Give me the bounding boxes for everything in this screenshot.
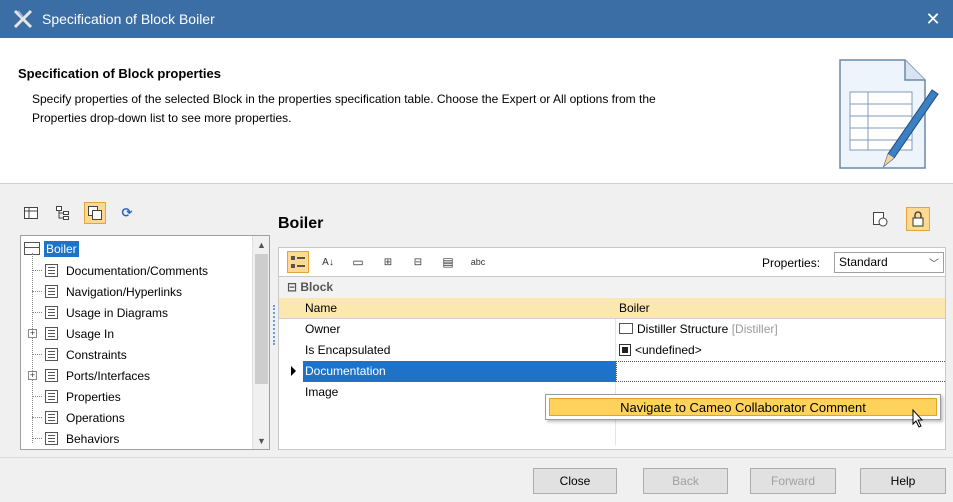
- properties-dropdown[interactable]: Standard ﹀: [834, 252, 944, 273]
- specification-illustration-icon: [830, 50, 940, 174]
- node-icon: [45, 264, 58, 277]
- panel-title: Boiler: [278, 215, 324, 232]
- window-title: Specification of Block Boiler: [42, 11, 215, 27]
- collapse-icon[interactable]: ▭: [347, 251, 369, 273]
- tree-item-usage-in[interactable]: Usage In: [45, 323, 116, 344]
- category-name: Block: [300, 280, 334, 294]
- table-row[interactable]: Owner Distiller Structure [Distiller]: [279, 319, 945, 340]
- tree-item-label: Ports/Interfaces: [66, 368, 151, 383]
- description-header: Specification of Block properties Specif…: [0, 38, 953, 184]
- owner-value: Distiller Structure: [637, 322, 729, 336]
- copy-view-icon[interactable]: [84, 202, 106, 224]
- description-icon[interactable]: ▤: [437, 251, 459, 273]
- expand-all-icon[interactable]: ⊞: [377, 251, 399, 273]
- header-title: Specification of Block properties: [18, 66, 221, 81]
- tree-item-documentation[interactable]: Documentation/Comments: [45, 260, 210, 281]
- header-description-line-2: Properties drop-down list to see more pr…: [32, 111, 292, 125]
- table-view-icon[interactable]: [20, 202, 42, 224]
- category-row[interactable]: ⊟ Block: [279, 277, 945, 298]
- property-name: Name: [305, 301, 338, 315]
- node-icon: [45, 432, 58, 445]
- package-icon: [619, 323, 633, 334]
- property-name: Is Encapsulated: [305, 343, 391, 357]
- scroll-down-icon[interactable]: ▼: [253, 432, 269, 449]
- owner-note: [Distiller]: [731, 322, 778, 336]
- property-name: Owner: [305, 322, 341, 336]
- node-icon: [45, 306, 58, 319]
- tree-item-label: Properties: [66, 389, 121, 404]
- property-value[interactable]: <undefined>: [619, 343, 702, 357]
- collapse-all-icon[interactable]: ⊟: [407, 251, 429, 273]
- table-row[interactable]: Is Encapsulated <undefined>: [279, 340, 945, 361]
- header-description-line-1: Specify properties of the selected Block…: [32, 92, 656, 106]
- sort-alphabetically-icon[interactable]: A↓: [317, 251, 339, 273]
- tree-item-behaviors[interactable]: Behaviors: [45, 428, 121, 449]
- checkbox-icon[interactable]: [619, 344, 631, 356]
- row-marker-icon: [291, 366, 296, 376]
- node-icon: [45, 327, 58, 340]
- properties-label: Properties:: [762, 256, 821, 270]
- lock-icon[interactable]: [906, 207, 930, 231]
- tree-view-icon[interactable]: [52, 202, 74, 224]
- tree-item-constraints[interactable]: Constraints: [45, 344, 129, 365]
- tree-toolbar: ⟳: [20, 201, 138, 225]
- tree-item-operations[interactable]: Operations: [45, 407, 127, 428]
- tree-item-navigation[interactable]: Navigation/Hyperlinks: [45, 281, 184, 302]
- tree-item-label: Operations: [66, 410, 125, 425]
- property-value[interactable]: Distiller Structure [Distiller]: [619, 322, 778, 336]
- panel-actions: [868, 207, 930, 231]
- tree-item-properties[interactable]: Properties: [45, 386, 123, 407]
- context-popup: Navigate to Cameo Collaborator Comment: [545, 394, 941, 420]
- tree-item-label: Navigation/Hyperlinks: [66, 284, 183, 299]
- element-details-icon[interactable]: [868, 207, 892, 231]
- documentation-edit-field[interactable]: [616, 361, 945, 382]
- spellcheck-icon[interactable]: abc: [467, 251, 489, 273]
- tree-scrollbar[interactable]: ▲ ▼: [252, 236, 269, 449]
- node-icon: [45, 369, 58, 382]
- tree-item-ports-interfaces[interactable]: Ports/Interfaces: [45, 365, 152, 386]
- forward-button[interactable]: Forward: [750, 468, 836, 494]
- tree-item-label: Documentation/Comments: [66, 263, 209, 278]
- node-icon: [45, 411, 58, 424]
- table-row[interactable]: Name Boiler: [279, 298, 945, 319]
- property-name: Image: [305, 385, 339, 399]
- tree-item-label: Usage in Diagrams: [66, 305, 169, 320]
- chevron-down-icon: ﹀: [929, 259, 939, 270]
- help-button[interactable]: Help: [860, 468, 946, 494]
- expand-icon[interactable]: +: [28, 329, 37, 338]
- properties-grid: ⊟ Block Name Boiler Owner Distiller Stru…: [278, 277, 946, 450]
- tree-item-label: Usage In: [66, 326, 115, 341]
- panel-splitter[interactable]: [273, 305, 276, 345]
- node-icon: [45, 348, 58, 361]
- tree-item-usage-in-diagrams[interactable]: Usage in Diagrams: [45, 302, 170, 323]
- tree-item-label: Behaviors: [66, 431, 120, 446]
- table-row[interactable]: Documentation: [279, 361, 945, 382]
- header-description: Specify properties of the selected Block…: [32, 90, 812, 128]
- back-button[interactable]: Back: [643, 468, 728, 494]
- node-icon: [45, 390, 58, 403]
- title-bar: Specification of Block Boiler ✕: [0, 0, 953, 38]
- refresh-icon[interactable]: ⟳: [116, 202, 138, 224]
- navigate-to-comment-menu-item[interactable]: Navigate to Cameo Collaborator Comment: [549, 398, 937, 416]
- mouse-cursor-icon: [912, 408, 924, 428]
- category-label: ⊟ Block: [287, 280, 334, 294]
- magicdraw-app-icon: [12, 8, 34, 30]
- close-icon[interactable]: ✕: [913, 0, 953, 38]
- property-name: Documentation: [305, 364, 386, 378]
- properties-dropdown-value: Standard: [839, 255, 888, 269]
- encapsulated-value: <undefined>: [635, 343, 702, 357]
- close-button[interactable]: Close: [533, 468, 617, 494]
- properties-toolbar: A↓ ▭ ⊞ ⊟ ▤ abc Properties: Standard ﹀: [278, 247, 946, 277]
- scroll-thumb[interactable]: [255, 254, 268, 384]
- tree-root-label: Boiler: [44, 240, 79, 257]
- scroll-up-icon[interactable]: ▲: [253, 236, 269, 253]
- dialog-footer: Close Back Forward Help: [0, 457, 953, 502]
- property-value[interactable]: Boiler: [619, 301, 650, 315]
- tree-item-label: Constraints: [66, 347, 127, 362]
- specification-tree[interactable]: Boiler Documentation/Comments Navigation…: [20, 235, 270, 450]
- node-icon: [45, 285, 58, 298]
- group-by-category-icon[interactable]: [287, 251, 309, 273]
- expand-icon[interactable]: +: [28, 371, 37, 380]
